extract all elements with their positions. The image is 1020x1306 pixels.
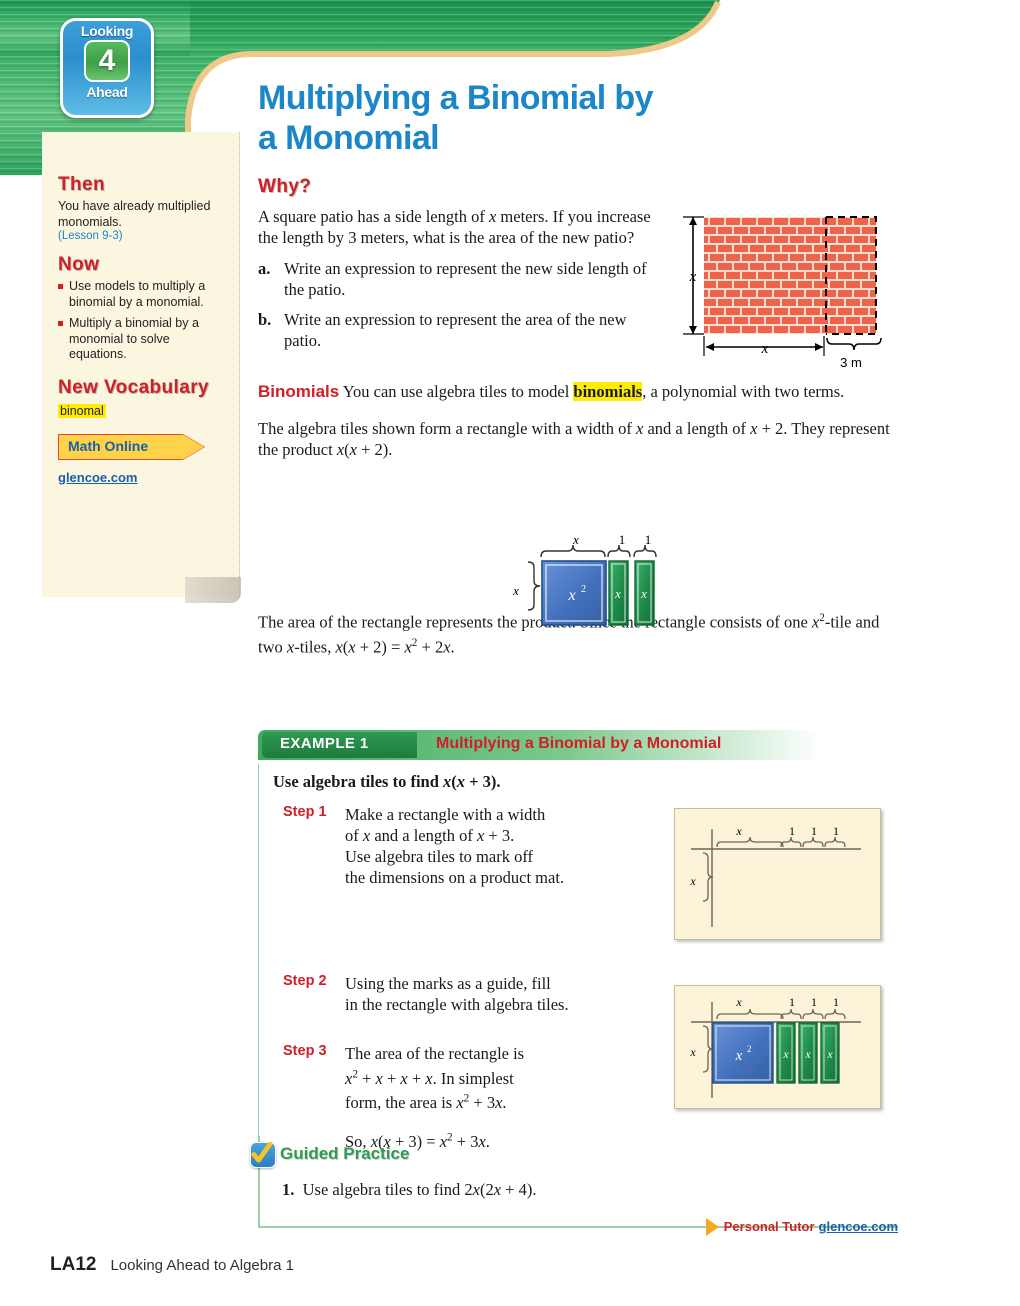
binomials-p1-after: , a polynomial with two terms.	[642, 382, 845, 401]
patio-diagram: x x 3 m	[683, 216, 882, 370]
binomials-paragraph-1: Binomials You can use algebra tiles to m…	[258, 381, 898, 402]
svg-text:1: 1	[811, 824, 817, 838]
svg-text:1: 1	[645, 532, 652, 547]
sidebar-vocabulary-term: binomal	[58, 403, 106, 418]
svg-text:x: x	[761, 341, 769, 357]
svg-text:x: x	[735, 824, 742, 838]
binomials-highlight-term: binomials	[573, 382, 643, 401]
svg-text:3 m: 3 m	[840, 355, 862, 370]
product-mat-filled: x 1 1 1 x x 2 x x x x	[674, 985, 881, 1109]
svg-text:1: 1	[619, 532, 626, 547]
step-label: Step 1	[283, 804, 327, 820]
svg-text:x: x	[689, 1045, 696, 1059]
page-title-line-2: a Monomial	[258, 119, 440, 157]
math-online-arrow-icon	[182, 433, 204, 460]
sidebar-then-text: You have already multiplied monomials.	[58, 199, 211, 229]
svg-text:1: 1	[811, 995, 817, 1009]
svg-text:1: 1	[833, 995, 839, 1009]
page-number: LA12	[50, 1254, 97, 1275]
binomials-p1-before: You can use algebra tiles to model	[339, 382, 574, 401]
list-item: Use models to multiply a binomial by a m…	[58, 279, 227, 310]
list-item-text: Write an expression to represent the new…	[284, 259, 647, 299]
example-prompt: Use algebra tiles to find x(x + 3).	[273, 772, 501, 791]
step-text: The area of the rectangle is x2 + x + x …	[345, 1044, 525, 1112]
binomials-section-heading: Binomials	[258, 382, 340, 401]
svg-text:2: 2	[581, 584, 586, 595]
looking-ahead-badge: Looking 4 Ahead	[60, 18, 154, 118]
sidebar-then-heading: Then	[58, 174, 105, 195]
list-item-letter: b.	[258, 310, 272, 329]
svg-text:x: x	[567, 587, 575, 604]
svg-text:x: x	[572, 532, 579, 547]
badge-bottom-label: Ahead	[86, 84, 128, 100]
sidebar-corner-decoration	[185, 577, 241, 603]
guided-practice-item: 1. Use algebra tiles to find 2x(2x + 4).	[282, 1180, 537, 1199]
list-item: b. Write an expression to represent the …	[258, 309, 658, 351]
svg-text:1: 1	[789, 824, 795, 838]
list-item: Multiply a binomial by a monomial to sol…	[58, 316, 227, 363]
guided-practice-title: Guided Practice	[280, 1144, 410, 1163]
algebra-tiles-figure: x 1 1 x x 2 x x x x	[488, 530, 673, 635]
lesson-sidebar: Then You have already multiplied monomia…	[42, 132, 241, 603]
page-title: Multiplying a Binomial by a Monomial	[258, 78, 778, 158]
step-label: Step 3	[283, 1043, 327, 1059]
why-heading: Why?	[258, 176, 312, 197]
product-mat-filled-diagram: x 1 1 1 x x 2 x x x	[689, 995, 861, 1098]
step-text: Make a rectangle with a width of x and a…	[345, 805, 565, 887]
binomials-paragraph-2: The algebra tiles shown form a rectangle…	[258, 419, 890, 459]
sidebar-glencoe-link[interactable]: glencoe.com	[58, 470, 137, 485]
sidebar-now-objectives: Use models to multiply a binomial by a m…	[58, 279, 227, 363]
guided-practice-item-number: 1.	[282, 1180, 295, 1199]
why-question-list: a. Write an expression to represent the …	[258, 258, 658, 351]
svg-text:x: x	[782, 1047, 789, 1061]
svg-text:x: x	[689, 269, 697, 285]
svg-text:1: 1	[833, 824, 839, 838]
personal-tutor-label: Personal Tutor	[723, 1219, 815, 1234]
algebra-tiles-diagram: x 1 1 x x 2 x x	[512, 532, 657, 626]
svg-text:x: x	[735, 1048, 743, 1064]
play-arrow-icon	[705, 1218, 719, 1237]
step-text: Using the marks as a guide, fill in the …	[345, 974, 569, 1014]
footer-text: Looking Ahead to Algebra 1	[110, 1257, 294, 1274]
svg-text:x: x	[804, 1047, 811, 1061]
svg-text:x: x	[689, 874, 696, 888]
step-label: Step 2	[283, 973, 327, 989]
svg-text:1: 1	[789, 995, 795, 1009]
page-footer: LA12 Looking Ahead to Algebra 1	[50, 1254, 294, 1276]
list-item-text: Write an expression to represent the are…	[284, 310, 627, 350]
svg-text:x: x	[640, 586, 647, 601]
svg-text:x: x	[735, 995, 742, 1009]
page-title-line-1: Multiplying a Binomial by	[258, 79, 654, 117]
checkmark-icon	[250, 1142, 276, 1168]
svg-text:2: 2	[747, 1044, 752, 1054]
badge-top-label: Looking	[80, 23, 134, 39]
example-title: Multiplying a Binomial by a Monomial	[436, 735, 722, 752]
patio-figure: x x 3 m x x 3 m	[675, 198, 900, 383]
product-mat-empty-diagram: x 1 1 1 x	[689, 824, 861, 927]
example-tag-label: EXAMPLE 1	[280, 735, 369, 752]
product-mat-empty: x 1 1 1 x x	[674, 808, 881, 940]
personal-tutor-link[interactable]: glencoe.com	[819, 1219, 898, 1234]
sidebar-now-heading: Now	[58, 254, 100, 275]
svg-text:x: x	[614, 586, 621, 601]
math-online-button[interactable]: Math Online	[58, 433, 208, 460]
svg-text:x: x	[512, 583, 519, 598]
personal-tutor-link-group[interactable]: Personal Tutor glencoe.com	[705, 1218, 898, 1237]
sidebar-then-lesson-ref[interactable]: (Lesson 9-3)	[58, 230, 227, 242]
example-header: EXAMPLE 1 Multiplying a Binomial by a Mo…	[258, 730, 898, 764]
svg-text:x: x	[826, 1047, 833, 1061]
sidebar-vocabulary-heading: New Vocabulary	[58, 376, 209, 398]
badge-number: 4	[84, 40, 130, 82]
why-intro-text: A square patio has a side length of x me…	[258, 207, 651, 247]
math-online-label: Math Online	[68, 437, 149, 454]
list-item-letter: a.	[258, 259, 271, 278]
list-item: a. Write an expression to represent the …	[258, 258, 658, 300]
